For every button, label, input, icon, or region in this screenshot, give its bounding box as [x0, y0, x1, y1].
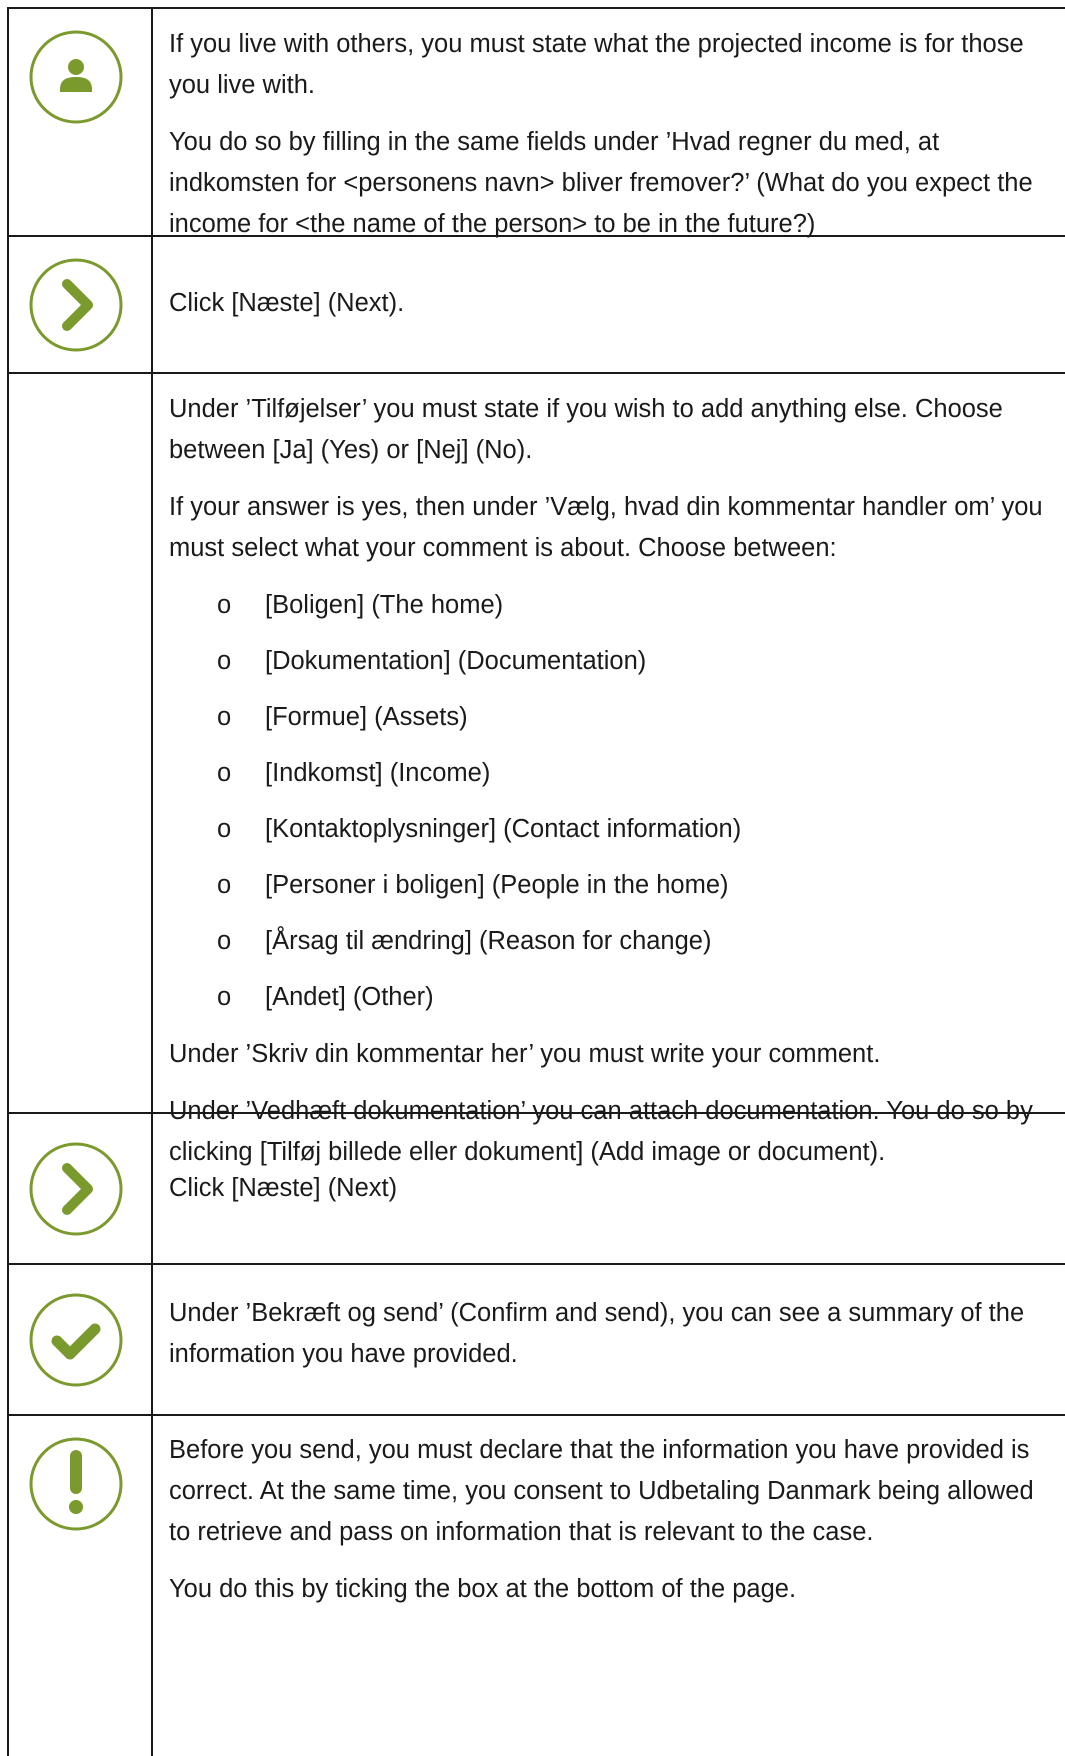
text-cell: Click [Næste] (Next) — [153, 1114, 1065, 1229]
bullet-marker: o — [217, 759, 232, 787]
list-item: o [Boligen] (The home) — [217, 585, 1055, 626]
icon-cell — [9, 1265, 153, 1414]
instruction-row: Click [Næste] (Next). — [7, 235, 1065, 372]
bullet-marker: o — [217, 927, 232, 955]
paragraph: You do so by filling in the same fields … — [169, 128, 1033, 238]
paragraph: Under ’Skriv din kommentar her’ you must… — [169, 1040, 881, 1068]
list-item: o [Personer i boligen] (People in the hom… — [217, 865, 1055, 906]
paragraph: If your answer is yes, then under ’Vælg,… — [169, 493, 1043, 562]
bullet-marker: o — [217, 647, 232, 675]
paragraph: Before you send, you must declare that t… — [169, 1436, 1034, 1546]
paragraph: If you live with others, you must state … — [169, 30, 1024, 99]
list-item: o [Årsag til ændring] (Reason for change) — [217, 921, 1055, 962]
paragraph: You do this by ticking the box at the bo… — [169, 1575, 797, 1603]
option-label: [Andet] (Other) — [265, 983, 434, 1011]
instruction-row: Under ’Tilføjelser’ you must state if yo… — [7, 372, 1065, 1166]
paragraph: Under ’Tilføjelser’ you must state if yo… — [169, 395, 1003, 464]
text-cell: If you live with others, you must state … — [153, 9, 1065, 265]
instruction-table: If you live with others, you must state … — [7, 7, 1065, 1756]
options-list: o [Boligen] (The home) o [Dokumentation] (… — [169, 585, 1055, 1018]
list-item: o [Andet] (Other) — [217, 977, 1055, 1018]
icon-cell — [9, 9, 153, 235]
chevron-right-icon — [28, 257, 124, 353]
list-item: o [Formue] (Assets) — [217, 697, 1055, 738]
bullet-marker: o — [217, 591, 232, 619]
paragraph: Click [Næste] (Next) — [169, 1174, 398, 1202]
icon-cell — [9, 1114, 153, 1263]
bullet-marker: o — [217, 871, 232, 899]
icon-cell — [9, 374, 153, 1112]
instruction-row: Click [Næste] (Next) — [7, 1112, 1065, 1263]
chevron-right-icon — [28, 1141, 124, 1237]
list-item: o [Indkomst] (Income) — [217, 753, 1055, 794]
option-label: [Indkomst] (Income) — [265, 759, 491, 787]
option-label: [Årsag til ændring] (Reason for change) — [265, 927, 712, 955]
text-cell: Under ’Tilføjelser’ you must state if yo… — [153, 374, 1065, 1193]
option-label: [Formue] (Assets) — [265, 703, 468, 731]
option-label: [Kontaktoplysninger] (Contact informatio… — [265, 815, 742, 843]
checkmark-icon — [28, 1292, 124, 1388]
person-icon — [28, 29, 124, 125]
instruction-row: Before you send, you must declare that t… — [7, 1414, 1065, 1756]
option-label: [Dokumentation] (Documentation) — [265, 647, 647, 675]
paragraph: Under ’Bekræft og send’ (Confirm and sen… — [169, 1299, 1025, 1368]
instruction-row: Under ’Bekræft og send’ (Confirm and sen… — [7, 1263, 1065, 1414]
paragraph: Click [Næste] (Next). — [169, 289, 405, 317]
bullet-marker: o — [217, 815, 232, 843]
text-cell: Under ’Bekræft og send’ (Confirm and sen… — [153, 1265, 1065, 1395]
list-item: o [Kontaktoplysninger] (Contact informati… — [217, 809, 1055, 850]
exclamation-icon — [28, 1436, 124, 1532]
option-label: [Personer i boligen] (People in the home… — [265, 871, 729, 899]
list-item: o [Dokumentation] (Documentation) — [217, 641, 1055, 682]
text-cell: Click [Næste] (Next). — [153, 237, 1065, 344]
bullet-marker: o — [217, 983, 232, 1011]
bullet-marker: o — [217, 703, 232, 731]
icon-cell — [9, 1416, 153, 1756]
instruction-row: If you live with others, you must state … — [7, 7, 1065, 238]
text-cell: Before you send, you must declare that t… — [153, 1416, 1065, 1630]
icon-cell — [9, 237, 153, 372]
option-label: [Boligen] (The home) — [265, 591, 504, 619]
